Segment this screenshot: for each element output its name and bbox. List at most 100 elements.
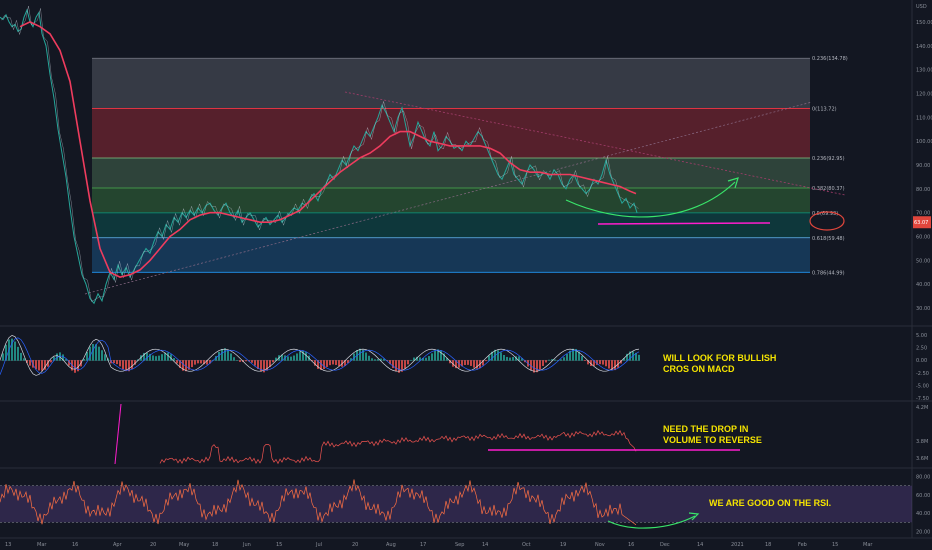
price-axis-tick: 50.00 <box>916 258 930 264</box>
x-axis-tick: 16 <box>628 542 634 548</box>
fib-level-label: 0.786(44.99) <box>812 270 845 276</box>
macd-histogram-bar <box>371 358 373 361</box>
macd-histogram-bar <box>470 360 472 366</box>
macd-panel <box>0 334 640 376</box>
macd-histogram-bar <box>290 356 292 361</box>
macd-axis-tick: 0.00 <box>916 358 927 364</box>
rsi-axis-tick: 80.00 <box>916 475 930 481</box>
macd-histogram-bar <box>500 352 502 361</box>
macd-axis-tick: 5.00 <box>916 333 927 339</box>
macd-histogram-bar <box>116 360 118 365</box>
macd-histogram-bar <box>98 346 100 361</box>
macd-axis-tick: -7.50 <box>916 396 929 402</box>
macd-histogram-bar <box>560 359 562 361</box>
x-axis-tick: Aug <box>386 542 396 548</box>
macd-histogram-bar <box>119 360 121 367</box>
macd-histogram-bar <box>41 360 43 371</box>
macd-histogram-bar <box>410 359 412 361</box>
macd-histogram-bar <box>50 360 52 363</box>
macd-histogram-bar <box>29 360 31 366</box>
support-line <box>597 222 771 225</box>
macd-histogram-bar <box>335 360 337 365</box>
macd-histogram-bar <box>599 360 601 365</box>
x-axis-tick: 14 <box>482 542 488 548</box>
price-axis-tick: 40.00 <box>916 282 930 288</box>
macd-histogram-bar <box>221 348 223 361</box>
macd-axis-tick: -2.50 <box>916 371 929 377</box>
macd-histogram-bar <box>338 360 340 367</box>
macd-histogram-bar <box>92 344 94 361</box>
x-axis-tick: 14 <box>697 542 703 548</box>
x-axis-tick: 20 <box>150 542 156 548</box>
x-axis-tick: Apr <box>113 542 123 548</box>
macd-histogram-bar <box>473 360 475 368</box>
macd-histogram-bar <box>158 355 160 361</box>
macd-histogram-bar <box>251 360 253 363</box>
macd-histogram-bar <box>239 360 241 362</box>
macd-histogram-bar <box>605 360 607 367</box>
price-axis-tick: 110.00 <box>916 115 932 121</box>
x-axis-tick: Sep <box>455 542 464 548</box>
volume-panel <box>114 403 637 465</box>
macd-histogram-bar <box>464 360 466 365</box>
macd-histogram-bar <box>536 360 538 373</box>
x-axis-tick: 18 <box>212 542 218 548</box>
rsi-axis-tick: 60.00 <box>916 493 930 499</box>
macd-histogram-bar <box>326 360 328 367</box>
macd-histogram-bar <box>374 359 376 361</box>
macd-histogram-bar <box>503 354 505 361</box>
macd-histogram-bar <box>404 360 406 369</box>
fib-zone <box>92 237 810 273</box>
macd-histogram-bar <box>329 360 331 366</box>
macd-histogram-bar <box>395 360 397 372</box>
macd-histogram-bar <box>194 360 196 365</box>
x-axis-tick: May <box>179 542 189 548</box>
macd-histogram-bar <box>485 360 487 362</box>
price-axis-tick: 150.00 <box>916 20 932 26</box>
macd-histogram-bar <box>254 360 256 366</box>
macd-histogram-bar <box>101 350 103 361</box>
fibonacci-retracement: 0.236(134.78)0(113.72)0.236(92.95)0.382(… <box>92 56 848 276</box>
macd-histogram-bar <box>332 360 334 365</box>
price-axis-unit: USD <box>916 4 927 10</box>
volume-axis-tick: 4.2M <box>916 405 928 411</box>
x-axis-tick: Mar <box>37 542 47 548</box>
macd-histogram-bar <box>425 357 427 361</box>
fib-zone <box>92 108 810 158</box>
macd-histogram-bar <box>293 355 295 361</box>
price-axis-tick: 70.00 <box>916 211 930 217</box>
x-axis-tick: Jun <box>242 542 251 548</box>
macd-annotation-line2: CROS ON MACD <box>663 364 735 374</box>
macd-histogram-bar <box>359 348 361 361</box>
fib-zone <box>92 157 810 188</box>
macd-histogram-bar <box>23 358 25 361</box>
macd-histogram-bar <box>104 354 106 361</box>
x-axis-tick: 2021 <box>731 542 744 548</box>
macd-histogram-bar <box>638 354 640 361</box>
macd-histogram-bar <box>155 356 157 361</box>
macd-histogram-bar <box>74 360 76 373</box>
rsi-annotation: WE ARE GOOD ON THE RSI. <box>709 498 831 508</box>
macd-histogram-bar <box>227 350 229 361</box>
macd-histogram-bar <box>566 354 568 361</box>
chart-canvas: 0.236(134.78)0(113.72)0.236(92.95)0.382(… <box>0 0 932 548</box>
x-axis-tick: 15 <box>832 542 838 548</box>
macd-histogram-bar <box>434 350 436 361</box>
macd-histogram-bar <box>323 360 325 369</box>
macd-histogram-bar <box>287 356 289 361</box>
x-axis-tick: Jul <box>315 542 322 548</box>
macd-histogram-bar <box>542 360 544 366</box>
macd-histogram-bar <box>299 351 301 361</box>
macd-axis-tick: -5.00 <box>916 383 929 389</box>
macd-histogram-bar <box>377 359 379 361</box>
volume-axis-tick: 3.6M <box>916 456 928 462</box>
macd-histogram-bar <box>563 357 565 361</box>
macd-histogram-bar <box>428 356 430 361</box>
price-axis-tick: 80.00 <box>916 187 930 193</box>
macd-histogram-bar <box>191 360 193 368</box>
macd-histogram-bar <box>272 360 274 363</box>
rsi-axis-tick: 40.00 <box>916 511 930 517</box>
volume-annotation-line2: VOLUME TO REVERSE <box>663 435 762 445</box>
volume-line <box>159 429 637 465</box>
macd-histogram-bar <box>233 357 235 361</box>
